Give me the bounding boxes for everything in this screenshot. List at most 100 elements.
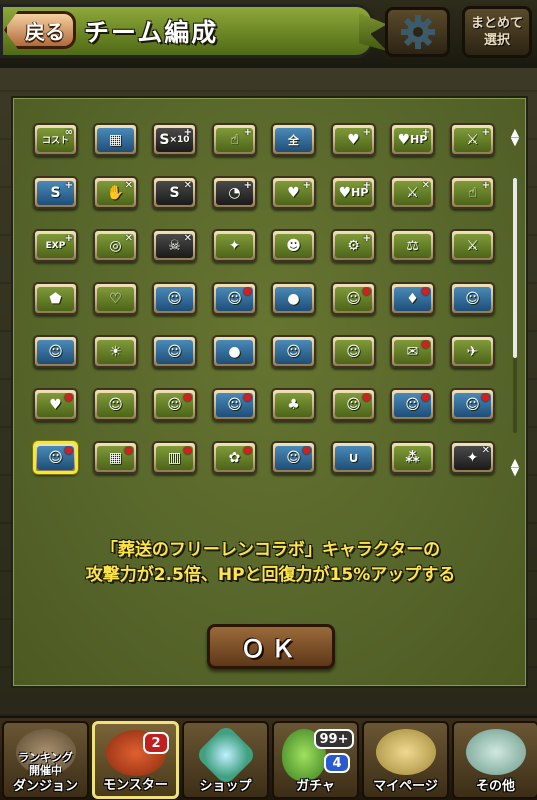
mickey-badge-icon: ●	[216, 339, 253, 364]
frieren-badge-button[interactable]: ☺ ●	[33, 441, 78, 474]
sword-boost-badge-button[interactable]: ⚔ ✕	[390, 176, 435, 209]
collab-badge-10-button[interactable]: ✉ ●	[390, 335, 435, 368]
collab-badge-24-icon: ∪	[335, 445, 372, 470]
heart-boost-badge-glyph: ♥	[287, 184, 300, 201]
skill-block-badge-glyph: S	[169, 184, 180, 201]
demon-badge-button[interactable]: ☻	[271, 229, 316, 262]
collab-badge-12-modifier: ●	[64, 392, 73, 403]
shield-badge-button[interactable]: ⬟	[33, 282, 78, 315]
skill-x10-badge-button[interactable]: S ×10 +	[152, 123, 197, 156]
skill-boost-badge-button[interactable]: S +	[33, 176, 78, 209]
hand-plus-badge-glyph: ☝	[230, 131, 239, 148]
mickey-badge-button[interactable]: ●	[212, 335, 257, 368]
scroll-up-arrow-icon[interactable]: ▲ ▼	[506, 127, 524, 147]
collab-badge-23-button[interactable]: ☺ ●	[271, 441, 316, 474]
skill-boost-badge-modifier: +	[64, 180, 73, 191]
nav-gacha-button[interactable]: 99+ 4 ガチャ	[272, 721, 359, 799]
collab-badge-1-button[interactable]: ☺	[152, 282, 197, 315]
collab-badge-20-button[interactable]: ▦ ●	[93, 441, 138, 474]
mypage-icon	[375, 729, 436, 775]
scroll-down-arrow-icon[interactable]: ▲ ▼	[506, 457, 524, 477]
collab-badge-13-button[interactable]: ☺	[93, 388, 138, 421]
bulk-select-button[interactable]: まとめて 選択	[462, 6, 532, 58]
collab-badge-12-button[interactable]: ♥ ●	[33, 388, 78, 421]
hp-plus-badge-button[interactable]: ♥ HP +	[390, 123, 435, 156]
settings-button[interactable]	[385, 7, 450, 57]
collab-badge-14-button[interactable]: ☺ ●	[152, 388, 197, 421]
sword-boost-badge-glyph: ⚔	[406, 184, 419, 201]
clock-badge-button[interactable]: ◔ +	[212, 176, 257, 209]
hp-boost-badge-button[interactable]: ♥ HP +	[331, 176, 376, 209]
gear-badge-button[interactable]: ⚙ +	[331, 229, 376, 262]
kitty-badge-glyph: ☺	[465, 290, 480, 307]
collab-badge-25-button[interactable]: ⁂	[390, 441, 435, 474]
sword-plus-badge-button[interactable]: ⚔ +	[450, 123, 495, 156]
collab-badge-6-button[interactable]: ☀	[93, 335, 138, 368]
gear-badge-glyph: ⚙	[347, 237, 360, 254]
slime-badge-button[interactable]: ●	[271, 282, 316, 315]
nav-mypage-button[interactable]: マイページ	[362, 721, 449, 799]
nav-other-button[interactable]: その他	[452, 721, 537, 799]
gacha-count-badge: 99+	[314, 729, 354, 749]
skill-block-badge-modifier: ✕	[183, 180, 192, 191]
collab-badge-22-button[interactable]: ✿ ●	[212, 441, 257, 474]
exp-badge-button[interactable]: EXP +	[33, 229, 78, 262]
collab-badge-19-button[interactable]: ☺ ●	[450, 388, 495, 421]
glasses-badge-button[interactable]: ◎ ✕	[93, 229, 138, 262]
heart-plus-badge-icon: ♥ +	[335, 127, 372, 152]
limit-break-badge-button[interactable]: ▦	[93, 123, 138, 156]
slime-badge-glyph: ●	[287, 290, 300, 307]
hand-boost-badge-glyph: ☝	[468, 184, 477, 201]
frieren-badge-modifier: ●	[64, 445, 73, 456]
hand-boost-badge-button[interactable]: ☝ +	[450, 176, 495, 209]
ok-button[interactable]: ＯＫ	[207, 624, 335, 669]
collab-badge-4-button[interactable]: ♦ ●	[390, 282, 435, 315]
kitty-badge-icon: ☺	[454, 286, 491, 311]
heart-boost-badge-button[interactable]: ♥ +	[271, 176, 316, 209]
dragon-badge-button[interactable]: ✦	[212, 229, 257, 262]
collab-badge-18-button[interactable]: ☺ ●	[390, 388, 435, 421]
skull-badge-button[interactable]: ☠ ✕	[152, 229, 197, 262]
nav-dungeon-button[interactable]: ランキング 開催中 ダンジョン	[2, 721, 89, 799]
collab-badge-26-modifier: ✕	[481, 445, 490, 456]
collab-badge-16-button[interactable]: ♣	[271, 388, 316, 421]
all-attribute-badge-button[interactable]: 全	[271, 123, 316, 156]
kitty-badge-button[interactable]: ☺	[450, 282, 495, 315]
skill-block-badge-icon: S ✕	[156, 180, 193, 205]
collab-badge-26-button[interactable]: ✦ ✕	[450, 441, 495, 474]
dragon-killer-badge-button[interactable]: ⚔	[450, 229, 495, 262]
collab-badge-9-icon: ☺	[335, 339, 372, 364]
balance-badge-glyph: ⚖	[406, 237, 419, 254]
heart-plus-badge-button[interactable]: ♥ +	[331, 123, 376, 156]
collab-badge-7-button[interactable]: ☺	[152, 335, 197, 368]
heart-frame-badge-button[interactable]: ♡	[93, 282, 138, 315]
collab-badge-11-button[interactable]: ✈	[450, 335, 495, 368]
cost-badge-button[interactable]: コスト ∞	[33, 123, 78, 156]
mickey-badge-glyph: ●	[228, 343, 241, 360]
hand-plus-badge-button[interactable]: ☝ +	[212, 123, 257, 156]
collab-badge-21-button[interactable]: ▥ ●	[152, 441, 197, 474]
collab-badge-25-icon: ⁂	[394, 445, 431, 470]
collab-badge-21-modifier: ●	[183, 445, 192, 456]
collab-badge-8-button[interactable]: ☺	[271, 335, 316, 368]
collab-badge-2-button[interactable]: ☺ ●	[212, 282, 257, 315]
nav-monster-button[interactable]: 2 モンスター	[92, 721, 179, 799]
back-button[interactable]: 戻る	[4, 11, 76, 49]
nav-shop-button[interactable]: ショップ	[182, 721, 269, 799]
collab-badge-23-modifier: ●	[302, 445, 311, 456]
collab-badge-20-icon: ▦ ●	[97, 445, 134, 470]
skill-block-badge-button[interactable]: S ✕	[152, 176, 197, 209]
collab-badge-13-icon: ☺	[97, 392, 134, 417]
collab-badge-9-button[interactable]: ☺	[331, 335, 376, 368]
no-bind-badge-button[interactable]: ✋ ✕	[93, 176, 138, 209]
balance-badge-button[interactable]: ⚖	[390, 229, 435, 262]
collab-badge-5-button[interactable]: ☺	[33, 335, 78, 368]
collab-badge-3-button[interactable]: ☺ ●	[331, 282, 376, 315]
collab-badge-17-button[interactable]: ☺ ●	[331, 388, 376, 421]
scrollbar-thumb[interactable]	[513, 178, 517, 358]
sword-plus-badge-icon: ⚔ +	[454, 127, 491, 152]
hp-boost-badge-icon: ♥ HP +	[335, 180, 372, 205]
collab-badge-24-button[interactable]: ∪	[331, 441, 376, 474]
collab-badge-4-glyph: ♦	[406, 290, 419, 307]
collab-badge-15-button[interactable]: ☺ ●	[212, 388, 257, 421]
